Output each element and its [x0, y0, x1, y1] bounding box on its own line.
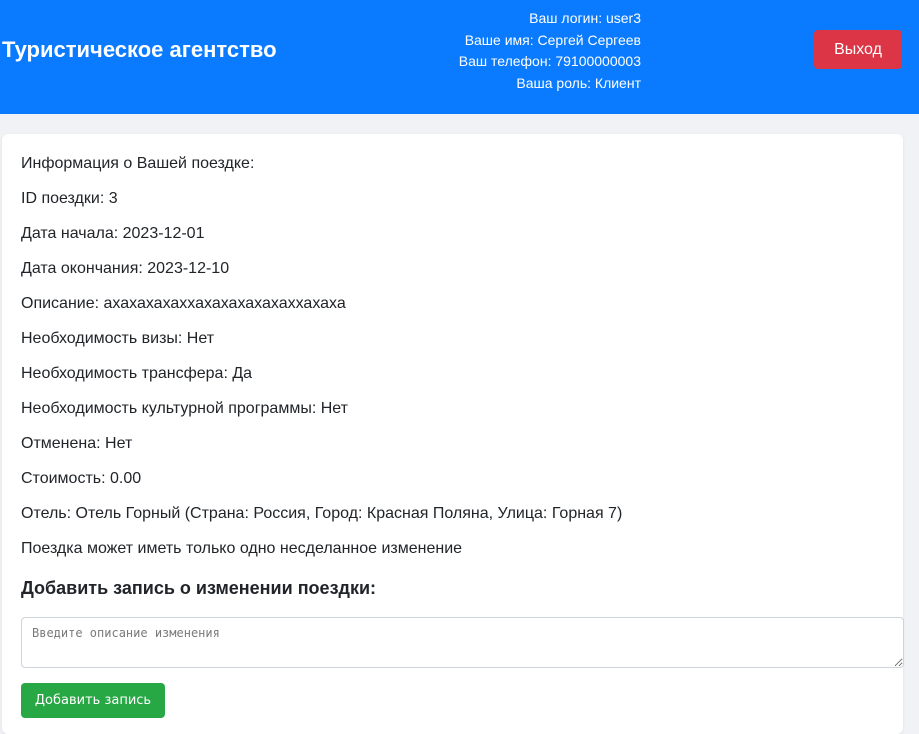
trip-visa: Необходимость визы: Нет [21, 330, 215, 347]
trip-description: Описание: ахахахахаххахахахахахаххахаха [21, 295, 346, 312]
trip-cultural-program: Необходимость культурной программы: Нет [21, 400, 348, 417]
app-header: Туристическое агентство Ваш логин: user3… [0, 0, 919, 114]
trip-hotel: Отель: Отель Горный (Страна: Россия, Гор… [21, 505, 623, 522]
trip-info-heading: Информация о Вашей поездке: [21, 155, 255, 172]
trip-end-date: Дата окончания: 2023-12-10 [21, 260, 230, 277]
trip-start-date: Дата начала: 2023-12-01 [21, 225, 205, 242]
user-info: Ваш логин: user3 Ваше имя: Сергей Сергее… [459, 8, 641, 94]
user-phone: Ваш телефон: 79100000003 [458, 53, 641, 69]
trip-cost: Стоимость: 0.00 [21, 470, 142, 487]
trip-cancelled: Отменена: Нет [21, 435, 133, 452]
user-login: Ваш логин: user3 [529, 10, 641, 26]
change-description-input[interactable] [21, 617, 904, 668]
trip-card: Информация о Вашей поездке: ID поездки: … [2, 134, 904, 734]
trip-transfer: Необходимость трансфера: Да [21, 365, 253, 382]
add-change-title: Добавить запись о изменении поездки: [21, 578, 377, 598]
trip-id: ID поездки: 3 [21, 190, 118, 207]
user-name: Ваше имя: Сергей Сергеев [464, 31, 641, 48]
app-title: Туристическое агентство [2, 37, 277, 62]
logout-button[interactable]: Выход [814, 30, 902, 69]
user-role: Ваша роль: Клиент [516, 74, 641, 91]
add-change-button[interactable]: Добавить запись [21, 683, 165, 718]
trip-change-notice: Поездка может иметь только одно несделан… [21, 540, 463, 557]
